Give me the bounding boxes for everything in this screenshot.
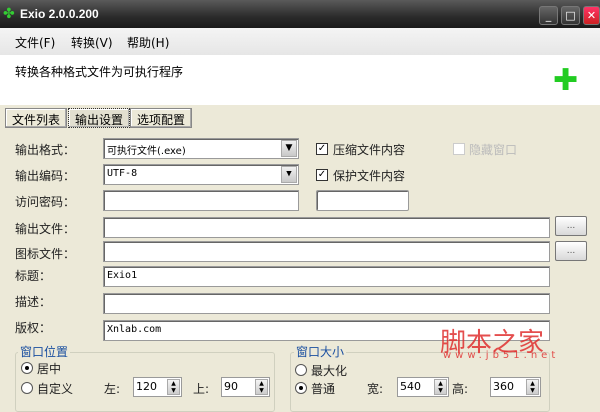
- menu-file[interactable]: 文件(F): [15, 34, 55, 51]
- top-spinner[interactable]: 90 ▲ ▼: [221, 377, 270, 397]
- chevron-down-icon[interactable]: ▼: [281, 166, 297, 183]
- spinner-arrows-icon[interactable]: ▲ ▼: [434, 379, 447, 395]
- custom-label: 自定义: [37, 382, 74, 396]
- output-encoding-select[interactable]: UTF-8 ▼: [103, 164, 299, 185]
- top-label: 上:: [193, 382, 210, 396]
- window-position-title: 窗口位置: [18, 343, 71, 360]
- icon-file-input[interactable]: [103, 241, 550, 262]
- maximize-radio[interactable]: [295, 364, 307, 376]
- center-label: 居中: [37, 362, 62, 376]
- password-label: 访问密码：: [15, 195, 76, 209]
- top-value: 90: [224, 380, 238, 393]
- minimize-button[interactable]: _: [539, 6, 558, 25]
- tab-output-settings[interactable]: 输出设置: [68, 108, 131, 128]
- app-icon: ✤: [3, 6, 15, 22]
- protect-label: 保护文件内容: [333, 169, 406, 183]
- copyright-label: 版权：: [15, 321, 52, 335]
- header-description: 转换各种格式文件为可执行程序: [15, 65, 184, 79]
- height-spinner[interactable]: 360 ▲ ▼: [490, 377, 541, 397]
- spinner-arrows-icon[interactable]: ▲ ▼: [255, 379, 268, 395]
- width-label: 宽:: [367, 382, 384, 396]
- icon-file-browse-button[interactable]: ...: [555, 241, 587, 261]
- maximize-label: 最大化: [311, 364, 348, 378]
- spinner-arrows-icon[interactable]: ▲ ▼: [167, 379, 180, 395]
- maximize-button[interactable]: □: [561, 6, 580, 25]
- output-format-label: 输出格式：: [15, 143, 76, 157]
- title-bar: ✤ Exio 2.0.0.200 _ □ ✕: [0, 0, 600, 28]
- chevron-down-icon[interactable]: ▼: [281, 140, 297, 157]
- password-input[interactable]: [103, 190, 299, 211]
- description-input[interactable]: [103, 293, 550, 314]
- password-confirm-input[interactable]: [316, 190, 409, 211]
- height-label: 高:: [452, 382, 469, 396]
- left-spinner[interactable]: 120 ▲ ▼: [133, 377, 182, 397]
- tab-options[interactable]: 选项配置: [130, 108, 193, 128]
- menu-bar: 文件(F) 转换(V) 帮助(H): [0, 28, 600, 55]
- center-radio[interactable]: [21, 362, 33, 374]
- compress-label: 压缩文件内容: [333, 143, 406, 157]
- output-encoding-value: UTF-8: [107, 168, 138, 179]
- icon-file-label: 图标文件：: [15, 247, 76, 261]
- window-size-title: 窗口大小: [294, 343, 347, 360]
- menu-help[interactable]: 帮助(H): [127, 34, 169, 51]
- watermark-url: www.jb51.net: [443, 350, 560, 361]
- left-value: 120: [136, 380, 157, 393]
- custom-radio[interactable]: [21, 382, 33, 394]
- width-value: 540: [400, 380, 421, 393]
- protect-checkbox[interactable]: ✓: [316, 169, 328, 181]
- title-input[interactable]: Exio1: [103, 266, 550, 287]
- spinner-arrows-icon[interactable]: ▲ ▼: [526, 379, 539, 395]
- window-title: Exio 2.0.0.200: [20, 7, 99, 21]
- output-file-input[interactable]: [103, 217, 550, 238]
- normal-radio[interactable]: [295, 382, 307, 394]
- width-spinner[interactable]: 540 ▲ ▼: [397, 377, 449, 397]
- tab-file-list[interactable]: 文件列表: [5, 108, 68, 128]
- compress-checkbox[interactable]: ✓: [316, 143, 328, 155]
- close-button[interactable]: ✕: [583, 6, 600, 25]
- output-encoding-label: 输出编码：: [15, 169, 76, 183]
- menu-convert[interactable]: 转换(V): [71, 34, 113, 51]
- hide-window-label: 隐藏窗口: [469, 143, 518, 157]
- header-panel: 转换各种格式文件为可执行程序 ✚: [0, 55, 600, 105]
- left-label: 左:: [104, 382, 121, 396]
- hide-window-checkbox[interactable]: [453, 143, 465, 155]
- output-format-value: 可执行文件(.exe): [107, 146, 186, 157]
- height-value: 360: [493, 380, 514, 393]
- output-file-label: 输出文件：: [15, 222, 76, 236]
- puzzle-icon: ✚: [553, 63, 579, 98]
- description-label: 描述：: [15, 295, 52, 309]
- title-label: 标题：: [15, 269, 52, 283]
- normal-label: 普通: [311, 382, 336, 396]
- output-file-browse-button[interactable]: ...: [555, 216, 587, 236]
- output-format-select[interactable]: 可执行文件(.exe) ▼: [103, 138, 299, 159]
